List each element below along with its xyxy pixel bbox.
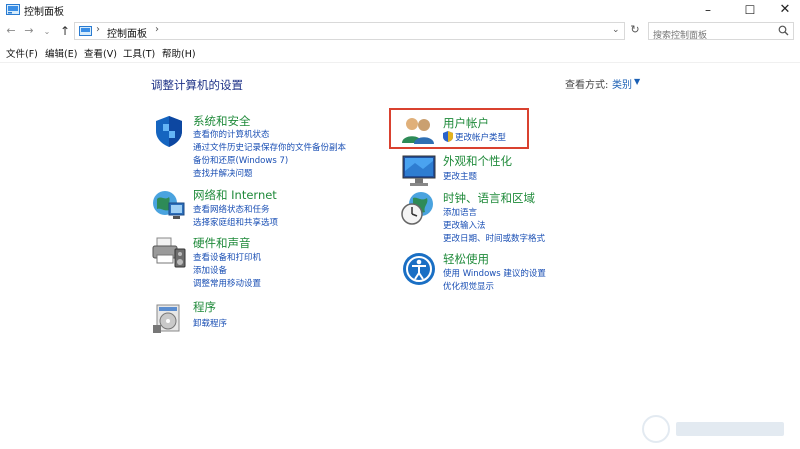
link-backup-restore[interactable]: 备份和还原(Windows 7): [193, 154, 288, 166]
link-change-date-time-format[interactable]: 更改日期、时间或数字格式: [443, 232, 545, 244]
link-mobility-settings[interactable]: 调整常用移动设置: [193, 277, 261, 289]
search-box: [648, 22, 794, 43]
highlight-box: [389, 108, 529, 149]
category-title-ease-of-access[interactable]: 轻松使用: [443, 251, 489, 267]
page-title: 调整计算机的设置: [151, 78, 243, 92]
view-by-caret-icon[interactable]: ▼: [634, 77, 640, 86]
link-change-theme[interactable]: 更改主题: [443, 170, 477, 182]
link-devices-printers[interactable]: 查看设备和打印机: [193, 251, 261, 263]
monitor-icon[interactable]: [401, 153, 437, 189]
category-title-network-internet[interactable]: 网络和 Internet: [193, 187, 277, 203]
menu-help[interactable]: 帮助(H): [162, 46, 196, 60]
link-troubleshoot[interactable]: 查找并解决问题: [193, 167, 253, 179]
view-by-dropdown[interactable]: 类别: [612, 76, 632, 91]
refresh-icon[interactable]: ↻: [628, 23, 642, 37]
category-title-clock-language[interactable]: 时钟、语言和区域: [443, 190, 535, 206]
programs-disc-icon[interactable]: [151, 299, 187, 335]
link-network-status[interactable]: 查看网络状态和任务: [193, 203, 270, 215]
link-view-computer-status[interactable]: 查看你的计算机状态: [193, 128, 270, 140]
clock-globe-icon[interactable]: [401, 190, 437, 226]
view-by-label: 查看方式:: [565, 80, 609, 91]
breadcrumb-separator[interactable]: ›: [155, 24, 159, 35]
link-uninstall-program[interactable]: 卸载程序: [193, 317, 227, 329]
category-title-programs[interactable]: 程序: [193, 299, 216, 315]
breadcrumb-control-panel[interactable]: 控制面板: [107, 25, 147, 40]
printer-speaker-icon[interactable]: [151, 235, 187, 271]
link-add-language[interactable]: 添加语言: [443, 206, 477, 218]
address-bar[interactable]: › 控制面板 › ⌄: [74, 22, 625, 40]
address-dropdown-icon[interactable]: ⌄: [612, 25, 620, 35]
category-title-appearance[interactable]: 外观和个性化: [443, 153, 512, 169]
forward-arrow-icon[interactable]: →: [22, 24, 36, 38]
category-title-system-security[interactable]: 系统和安全: [193, 113, 251, 129]
menu-edit[interactable]: 编辑(E): [45, 46, 77, 60]
search-icon[interactable]: [778, 25, 789, 36]
menu-tools[interactable]: 工具(T): [123, 46, 155, 60]
window-title: 控制面板: [24, 7, 64, 18]
up-arrow-icon[interactable]: ↑: [58, 24, 72, 38]
network-globe-icon[interactable]: [151, 187, 187, 223]
shield-icon[interactable]: [151, 113, 187, 149]
link-homegroup-sharing[interactable]: 选择家庭组和共享选项: [193, 216, 278, 228]
link-change-input-method[interactable]: 更改输入法: [443, 219, 486, 231]
breadcrumb-separator: ›: [96, 24, 100, 35]
control-panel-icon: [6, 4, 20, 15]
divider: [0, 62, 800, 63]
back-arrow-icon[interactable]: ←: [4, 24, 18, 38]
link-optimize-visual-display[interactable]: 优化视觉显示: [443, 280, 494, 292]
accessibility-icon[interactable]: [401, 251, 437, 287]
menu-view[interactable]: 查看(V): [84, 46, 117, 60]
minimize-button[interactable]: –: [688, 0, 728, 20]
maximize-button[interactable]: ☐: [730, 0, 770, 20]
title-bar: 控制面板 – ☐ ✕: [0, 0, 800, 20]
link-windows-recommended-settings[interactable]: 使用 Windows 建议的设置: [443, 267, 546, 279]
menu-bar: 文件(F) 编辑(E) 查看(V) 工具(T) 帮助(H): [0, 45, 800, 61]
category-title-hardware-sound[interactable]: 硬件和声音: [193, 235, 251, 251]
search-input[interactable]: [653, 29, 771, 43]
recent-locations-chevron-icon[interactable]: ⌄: [40, 25, 54, 39]
menu-file[interactable]: 文件(F): [6, 46, 38, 60]
watermark-logo: [642, 415, 784, 443]
link-add-device[interactable]: 添加设备: [193, 264, 227, 276]
link-file-history-backup[interactable]: 通过文件历史记录保存你的文件备份副本: [193, 141, 346, 153]
close-button[interactable]: ✕: [765, 0, 800, 20]
control-panel-icon: [79, 26, 92, 36]
